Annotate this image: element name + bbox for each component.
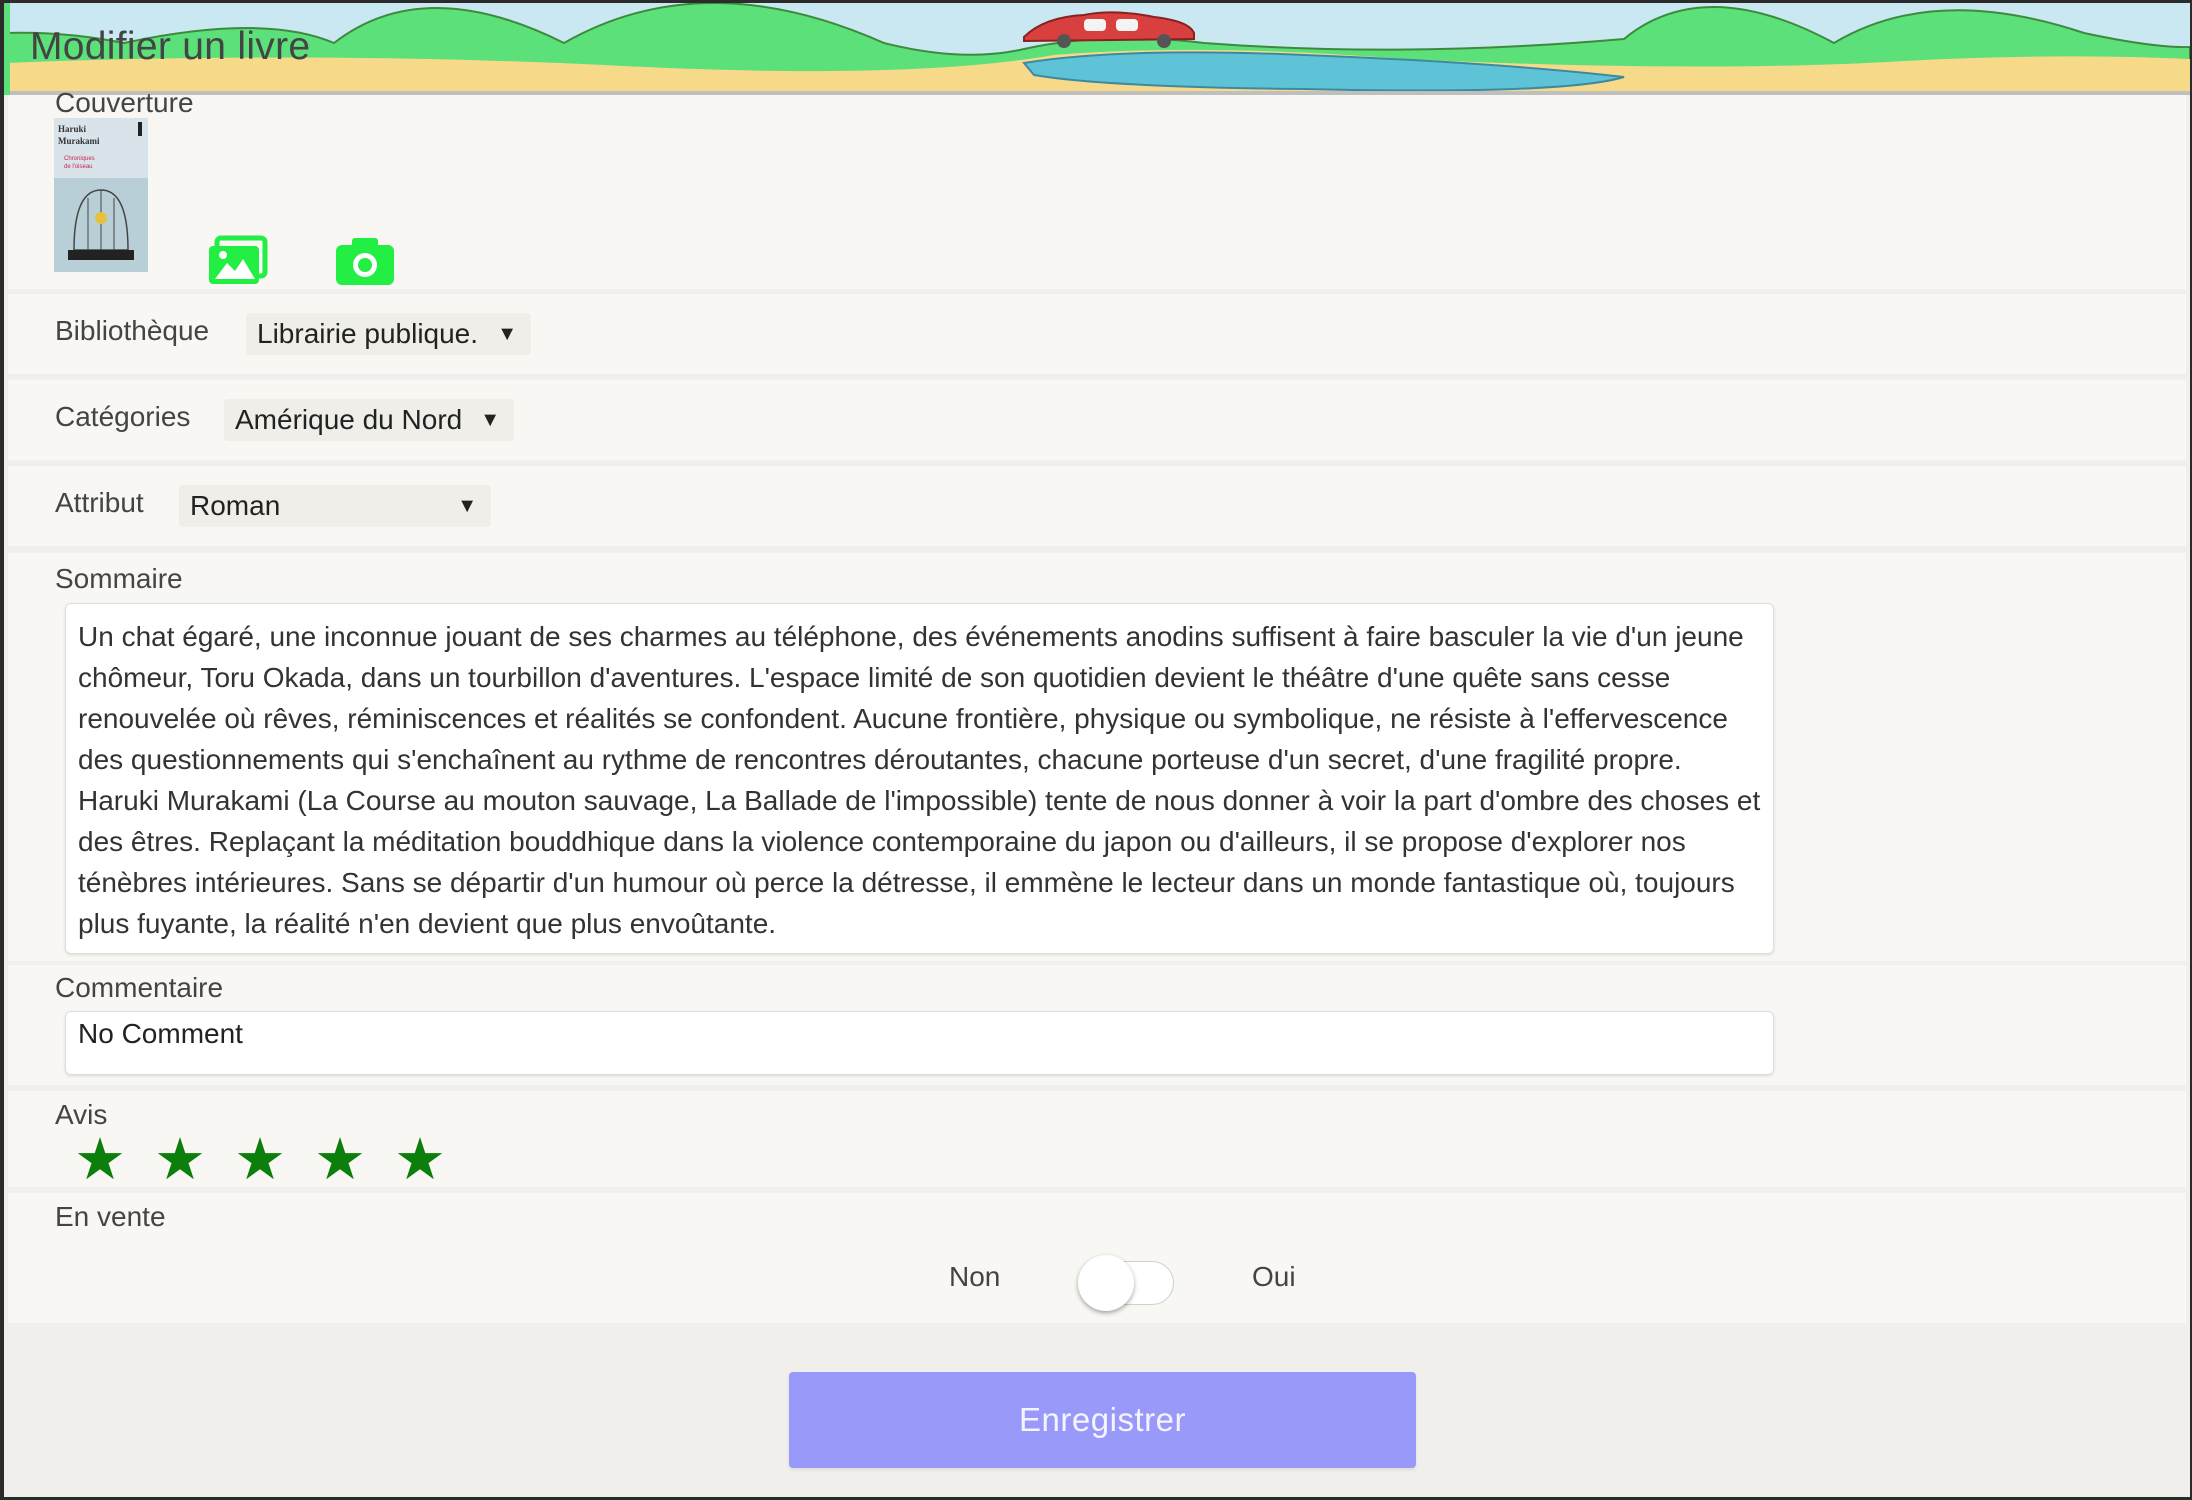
page-title: Modifier un livre [30,25,311,68]
categories-select[interactable]: Amérique du Nord ▼ [224,399,514,441]
categories-selected-value: Amérique du Nord [235,404,463,435]
comment-label: Commentaire [55,972,224,1003]
cover-section: Couverture Haruki Murakami Chroniques de… [8,87,2186,289]
attribute-section: Attribut Roman ▼ [8,466,2186,546]
toggle-knob [1078,1255,1134,1311]
sale-toggle[interactable] [1078,1255,1178,1311]
star-icon[interactable]: ★ [234,1129,314,1189]
cover-label: Couverture [55,87,194,118]
categories-section: Catégories Amérique du Nord ▼ [8,380,2186,460]
attribute-selected-value: Roman [190,490,281,521]
summary-textarea[interactable]: Un chat égaré, une inconnue jouant de se… [65,603,1774,954]
star-icon[interactable]: ★ [314,1129,394,1189]
library-label: Bibliothèque [55,315,210,346]
svg-text:Murakami: Murakami [58,136,100,146]
dropdown-caret-icon: ▼ [480,409,500,431]
star-rating: ★ ★ ★ ★ ★ [74,1129,474,1189]
library-select[interactable]: Librairie publique. ▼ [246,313,531,355]
sale-off-label: Non [949,1261,1001,1292]
attribute-label: Attribut [55,487,144,518]
dropdown-caret-icon: ▼ [497,323,517,345]
dropdown-caret-icon: ▼ [457,495,477,517]
svg-text:Chroniques: Chroniques [64,156,95,162]
sale-on-label: Oui [1252,1261,1296,1292]
comment-section: Commentaire No Comment [8,965,2186,1085]
landscape-illustration [4,3,2190,95]
comment-input[interactable]: No Comment [65,1011,1774,1075]
rating-section: Avis ★ ★ ★ ★ ★ [8,1091,2186,1189]
star-icon[interactable]: ★ [154,1129,234,1189]
camera-icon[interactable] [334,235,396,287]
sale-section: En vente Non Oui [8,1193,2186,1323]
save-button[interactable]: Enregistrer [789,1372,1416,1468]
attribute-select[interactable]: Roman ▼ [179,485,491,527]
library-section: Bibliothèque Librairie publique. ▼ [8,294,2186,374]
sale-label: En vente [55,1201,166,1232]
svg-text:Haruki: Haruki [58,124,87,134]
categories-label: Catégories [55,401,191,432]
summary-section: Sommaire Un chat égaré, une inconnue jou… [8,553,2186,961]
header-banner: Modifier un livre [4,3,2190,95]
star-icon[interactable]: ★ [74,1129,154,1189]
image-gallery-icon[interactable] [207,235,269,287]
svg-text:de l'oiseau: de l'oiseau [64,164,93,170]
star-icon[interactable]: ★ [394,1129,474,1189]
summary-label: Sommaire [55,563,183,594]
book-cover-image[interactable]: Haruki Murakami Chroniques de l'oiseau [54,118,148,272]
app-frame: Modifier un livre Couverture Haruki Mura… [4,3,2190,1497]
library-selected-value: Librairie publique. [257,318,479,349]
